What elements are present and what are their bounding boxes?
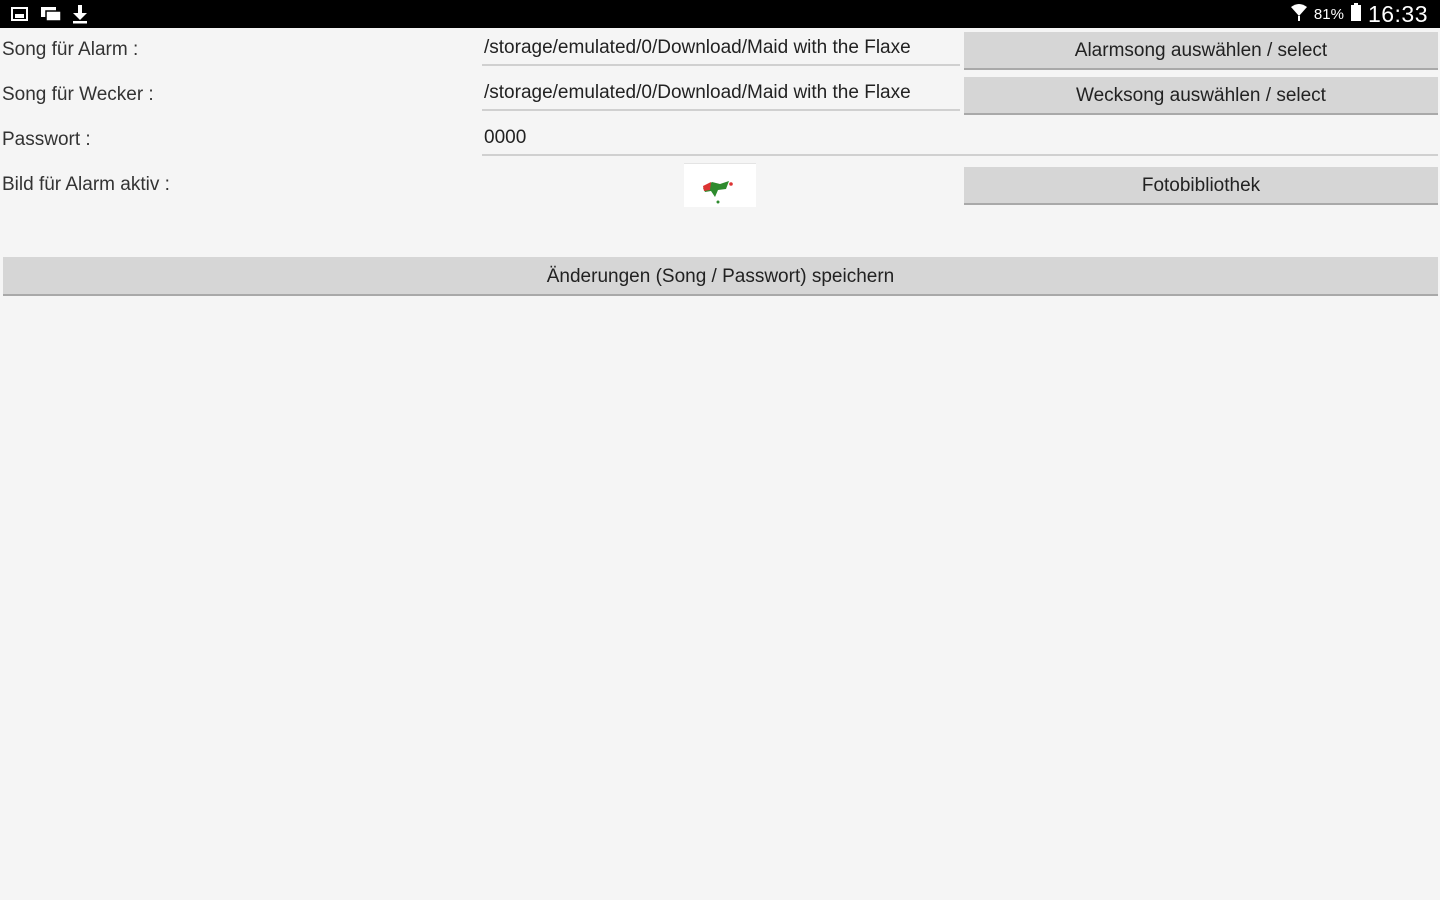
battery-percent: 81% bbox=[1313, 5, 1344, 23]
alarm-image-label: Bild für Alarm aktiv : bbox=[2, 174, 170, 195]
alarm-image-thumbnail[interactable] bbox=[684, 163, 756, 207]
alarm-song-label: Song für Alarm : bbox=[2, 39, 139, 60]
password-label: Passwort : bbox=[2, 129, 91, 150]
wecker-song-label: Song für Wecker : bbox=[2, 84, 154, 105]
status-bar: 81% 16:33 bbox=[0, 0, 1440, 28]
clock: 16:33 bbox=[1367, 0, 1428, 27]
gallery-icon bbox=[10, 4, 30, 24]
select-wecker-song-button[interactable]: Wecksong auswählen / select bbox=[964, 77, 1438, 115]
wifi-signal-icon bbox=[1290, 2, 1308, 27]
password-field[interactable]: 0000 bbox=[482, 120, 1438, 156]
status-bar-notifications bbox=[10, 4, 90, 24]
download-icon bbox=[70, 4, 90, 24]
select-alarm-song-button[interactable]: Alarmsong auswählen / select bbox=[964, 32, 1438, 70]
battery-icon bbox=[1350, 2, 1362, 27]
photo-library-button[interactable]: Fotobibliothek bbox=[964, 167, 1438, 205]
wecker-song-field[interactable]: /storage/emulated/0/Download/Maid with t… bbox=[482, 75, 960, 111]
alarm-song-field[interactable]: /storage/emulated/0/Download/Maid with t… bbox=[482, 30, 960, 66]
status-bar-system: 81% 16:33 bbox=[1290, 0, 1428, 28]
message-icon bbox=[40, 4, 62, 24]
save-changes-button[interactable]: Änderungen (Song / Passwort) speichern bbox=[3, 257, 1438, 296]
